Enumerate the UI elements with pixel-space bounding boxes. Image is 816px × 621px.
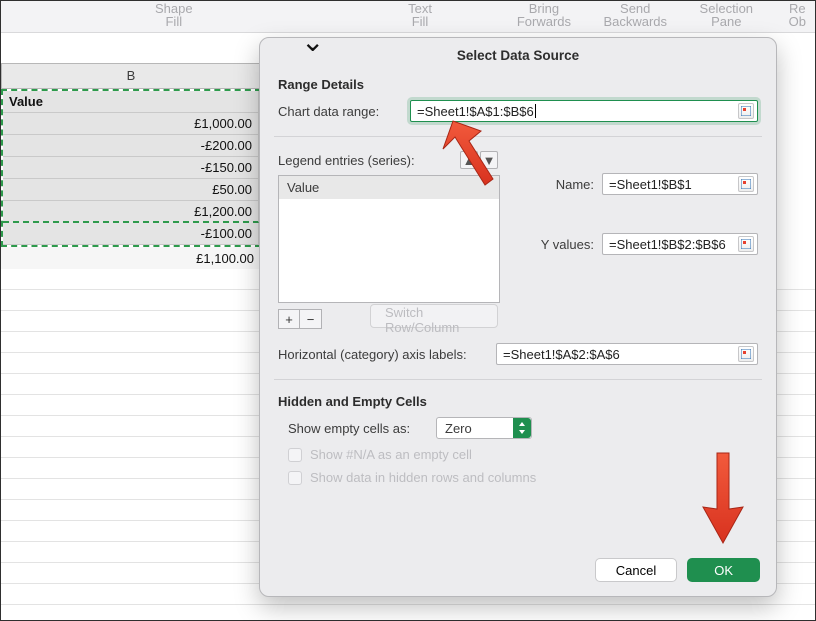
chart-range-input[interactable]: =Sheet1!$A$1:$B$6 — [410, 100, 758, 122]
axis-labels-label: Horizontal (category) axis labels: — [278, 347, 488, 362]
switch-row-column-button[interactable]: Switch Row/Column — [370, 304, 498, 328]
ribbon-send-backwards[interactable]: Send Backwards — [603, 1, 667, 29]
show-na-checkbox — [288, 448, 302, 462]
selection-marquee: Value £1,000.00 -£200.00 -£150.00 £50.00… — [1, 89, 261, 247]
y-values-input[interactable]: =Sheet1!$B$2:$B$6 — [602, 233, 758, 255]
series-item-value[interactable]: Value — [279, 176, 499, 199]
show-na-label: Show #N/A as an empty cell — [310, 447, 472, 462]
ok-button[interactable]: OK — [687, 558, 760, 582]
show-hidden-checkbox — [288, 471, 302, 485]
show-empty-label: Show empty cells as: — [288, 421, 428, 436]
cell-b3[interactable]: -£200.00 — [3, 135, 259, 157]
chart-range-label: Chart data range: — [278, 104, 402, 119]
range-picker-icon[interactable] — [738, 346, 754, 362]
cell-b4[interactable]: -£150.00 — [3, 157, 259, 179]
range-picker-icon[interactable] — [738, 176, 754, 192]
range-picker-icon[interactable] — [738, 103, 754, 119]
cell-b7[interactable]: -£100.00 — [3, 223, 259, 245]
select-data-source-dialog: Select Data Source Range Details Chart d… — [259, 37, 777, 597]
legend-entries-label: Legend entries (series): — [278, 153, 415, 168]
series-name-input[interactable]: =Sheet1!$B$1 — [602, 173, 758, 195]
dropdown-caret-icon: ⌄ — [301, 31, 324, 53]
dialog-title: Select Data Source — [260, 38, 776, 71]
move-up-button[interactable]: ▲ — [460, 151, 478, 169]
cell-b1-header[interactable]: Value — [3, 91, 259, 113]
add-series-button[interactable]: + — [278, 309, 300, 329]
series-listbox[interactable]: Value — [278, 175, 500, 303]
axis-labels-input[interactable]: =Sheet1!$A$2:$A$6 — [496, 343, 758, 365]
column-header-b[interactable]: B — [1, 63, 261, 89]
ribbon: Shape Fill Text Fill Bring Forwards Send… — [1, 1, 815, 33]
range-picker-icon[interactable] — [738, 236, 754, 252]
ribbon-selection-pane[interactable]: Selection Pane — [699, 1, 754, 29]
show-hidden-label: Show data in hidden rows and columns — [310, 470, 536, 485]
worksheet-column: B Value £1,000.00 -£200.00 -£150.00 £50.… — [1, 63, 261, 269]
cell-b5[interactable]: £50.00 — [3, 179, 259, 201]
ribbon-shape-fill[interactable]: Shape Fill — [155, 1, 193, 29]
show-empty-select[interactable]: Zero — [436, 417, 532, 439]
cell-b6[interactable]: £1,200.00 — [3, 201, 259, 223]
cell-b2[interactable]: £1,000.00 — [3, 113, 259, 135]
cancel-button[interactable]: Cancel — [595, 558, 677, 582]
ribbon-bring-forwards[interactable]: Bring Forwards — [516, 1, 571, 29]
y-values-label: Y values: — [532, 237, 594, 252]
ribbon-reorder[interactable]: Re Ob — [786, 1, 809, 29]
select-chevron-icon — [513, 418, 531, 438]
hidden-empty-header: Hidden and Empty Cells — [278, 394, 758, 409]
ribbon-text-fill[interactable]: Text Fill — [406, 1, 433, 29]
move-down-button[interactable]: ▼ — [480, 151, 498, 169]
cell-b8[interactable]: £1,100.00 — [1, 247, 261, 269]
remove-series-button[interactable]: − — [300, 309, 322, 329]
range-details-header: Range Details — [278, 77, 758, 92]
series-name-label: Name: — [532, 177, 594, 192]
